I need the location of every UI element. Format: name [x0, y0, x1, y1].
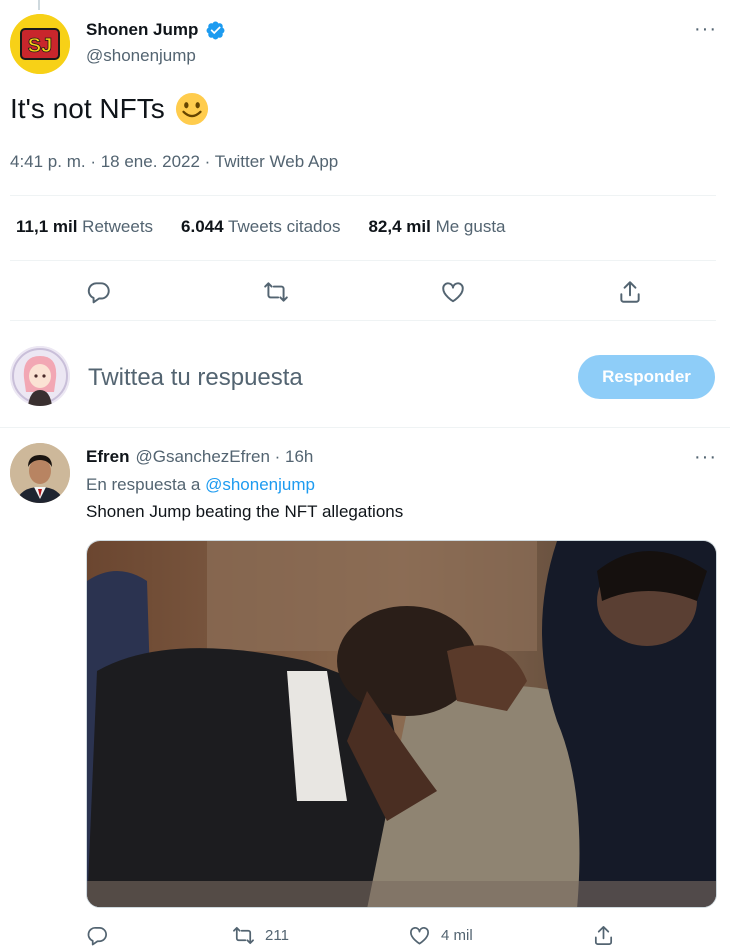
- stat-likes[interactable]: 82,4 mil Me gusta: [368, 217, 505, 237]
- smiley-emoji-icon: [175, 92, 208, 126]
- sj-logo: SJ: [10, 14, 70, 74]
- retweet-icon: [233, 926, 254, 945]
- stat-label: Tweets citados: [228, 217, 341, 236]
- svg-text:SJ: SJ: [28, 35, 52, 57]
- divider: [10, 195, 716, 196]
- thread-connector-line: [38, 0, 40, 10]
- profile-photo: [10, 443, 70, 503]
- stat-label: Me gusta: [435, 217, 506, 236]
- reply-compose-input[interactable]: Twittea tu respuesta: [88, 364, 303, 392]
- current-user-avatar[interactable]: [10, 346, 70, 406]
- respond-button[interactable]: Responder: [578, 355, 715, 399]
- like-count: 4 mil: [441, 927, 473, 944]
- verified-badge-icon: [206, 21, 225, 40]
- reply-author-handle-time[interactable]: @GsanchezEfren · 16h: [135, 447, 313, 467]
- stat-retweets[interactable]: 11,1 mil Retweets: [16, 217, 153, 237]
- divider: [10, 260, 716, 261]
- shonen-jump-avatar[interactable]: SJ: [10, 14, 70, 74]
- reply-share-action[interactable]: [592, 924, 615, 947]
- reply-icon[interactable]: [86, 279, 112, 305]
- reply-media-image[interactable]: [86, 540, 717, 908]
- like-icon[interactable]: [440, 279, 466, 305]
- efren-avatar[interactable]: [10, 443, 70, 503]
- replying-to-line: En respuesta a @shonenjump: [86, 475, 315, 495]
- courtroom-photo: [87, 541, 716, 907]
- reply-like-action[interactable]: 4 mil: [408, 924, 473, 947]
- reply-text: Shonen Jump beating the NFT allegations: [86, 502, 404, 521]
- engagement-stats: 11,1 mil Retweets 6.044 Tweets citados 8…: [16, 217, 506, 237]
- divider: [0, 427, 730, 428]
- stat-quote-tweets[interactable]: 6.044 Tweets citados: [181, 217, 340, 237]
- stat-value: 6.044: [181, 217, 224, 236]
- more-options-icon[interactable]: ···: [694, 18, 717, 41]
- replying-to-mention-link[interactable]: @shonenjump: [205, 475, 315, 494]
- reply-retweet-action[interactable]: 211: [232, 924, 289, 947]
- tweet-text: It's not NFTs: [10, 92, 209, 126]
- anime-avatar-image: [10, 346, 70, 406]
- stat-value: 82,4 mil: [368, 217, 431, 236]
- tweet-text-content: It's not NFTs: [10, 93, 165, 124]
- retweet-count: 211: [265, 927, 289, 944]
- stat-label: Retweets: [82, 217, 154, 236]
- reply-reply-action[interactable]: [86, 924, 109, 947]
- stat-value: 11,1 mil: [16, 217, 78, 236]
- share-icon: [594, 926, 613, 945]
- share-icon[interactable]: [617, 279, 643, 305]
- author-handle[interactable]: @shonenjump: [86, 46, 196, 66]
- divider: [10, 320, 716, 321]
- reply-more-options-icon[interactable]: ···: [694, 446, 717, 469]
- reply-icon: [87, 926, 107, 946]
- replying-to-prefix: En respuesta a: [86, 475, 201, 494]
- tweet-timestamp-source[interactable]: 4:41 p. m. · 18 ene. 2022 · Twitter Web …: [10, 152, 338, 172]
- reply-author-row: Efren @GsanchezEfren · 16h: [86, 447, 313, 467]
- author-name[interactable]: Shonen Jump: [86, 20, 198, 40]
- like-icon: [410, 926, 429, 945]
- reply-author-name[interactable]: Efren: [86, 447, 129, 467]
- retweet-icon[interactable]: [263, 279, 289, 305]
